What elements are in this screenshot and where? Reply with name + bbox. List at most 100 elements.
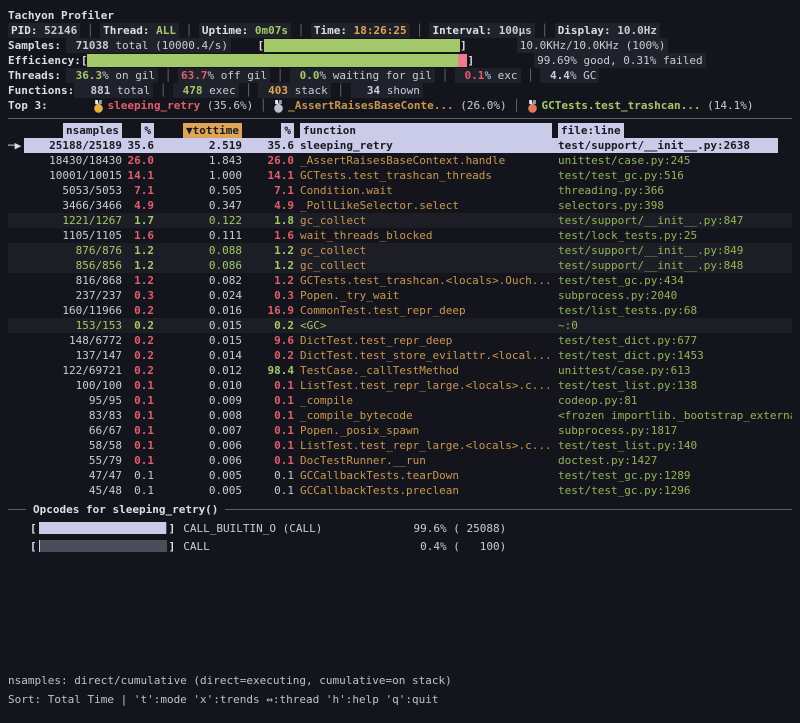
cell-cumulative-percent: 1.8 <box>242 213 294 228</box>
table-row[interactable]: 18430/1843026.01.84326.0_AssertRaisesBas… <box>8 153 792 168</box>
cell-file-line: subprocess.py:1817 <box>558 423 792 438</box>
table-row[interactable]: 3466/34664.90.3474.9_PollLikeSelector.se… <box>8 198 792 213</box>
cell-direct-percent: 0.1 <box>122 408 154 423</box>
table-row[interactable]: 1221/12671.70.1221.8gc_collecttest/suppo… <box>8 213 792 228</box>
cell-file-line: codeop.py:81 <box>558 393 792 408</box>
cell-tottime: 0.006 <box>154 438 242 453</box>
bar-open-bracket: [ <box>81 53 88 68</box>
functions-value: 881 <box>77 84 110 97</box>
cell-file-line: test/support/__init__.py:847 <box>558 213 792 228</box>
table-row[interactable]: 122/697210.20.01298.4TestCase._callTestM… <box>8 363 792 378</box>
table-row[interactable]: 100/1000.10.0100.1ListTest.test_repr_lar… <box>8 378 792 393</box>
info-pid: PID: 52146 <box>8 23 80 38</box>
cell-nsamples: 55/79 <box>24 453 122 468</box>
threads-unit: % off gil <box>207 69 267 82</box>
cell-tottime: 0.088 <box>154 243 242 258</box>
cell-nsamples: 122/69721 <box>24 363 122 378</box>
table-row[interactable]: 58/580.10.0060.1ListTest.test_repr_large… <box>8 438 792 453</box>
cell-cumulative-percent: 0.1 <box>242 468 294 483</box>
threads-value: 63.7 <box>181 69 208 82</box>
top3-entry: sleeping_retry (35.6%) <box>93 98 254 113</box>
top3-function-name: GCTests.test_trashcan... <box>542 99 701 112</box>
info-value: 100µs <box>499 24 532 37</box>
cell-direct-percent: 35.6 <box>122 138 154 153</box>
cell-direct-percent: 1.2 <box>122 258 154 273</box>
table-row[interactable]: 148/67720.20.0159.6DictTest.test_repr_de… <box>8 333 792 348</box>
cell-tottime: 0.122 <box>154 213 242 228</box>
threads-unit: % on gil <box>102 69 155 82</box>
spacer <box>231 38 258 53</box>
opcodes-rows: []CALL_BUILTIN_O (CALL)99.6% ( 25088)[]C… <box>0 519 800 555</box>
cell-function: GCCallbackTests.tearDown <box>300 468 552 483</box>
threads-stat: 63.7% off gil <box>178 68 270 83</box>
threads-stat: 4.4% GC <box>540 68 599 83</box>
samples-rate-text: 10.0KHz/10.0KHz (100%) <box>517 38 669 53</box>
cell-direct-percent: 0.2 <box>122 348 154 363</box>
table-row[interactable]: 45/480.10.0050.1GCCallbackTests.preclean… <box>8 483 792 498</box>
col-header-file-label[interactable]: file:line <box>558 123 624 138</box>
table-row[interactable]: 816/8681.20.0821.2GCTests.test_trashcan.… <box>8 273 792 288</box>
col-header-tottime-label[interactable]: ▼tottime <box>183 123 242 138</box>
cell-cumulative-percent: 1.2 <box>242 243 294 258</box>
cell-function: ListTest.test_repr_large.<locals>.c... <box>300 438 552 453</box>
table-row[interactable]: 1105/11051.60.1111.6wait_threads_blocked… <box>8 228 792 243</box>
samples-count: 71038 total (10000.4/s) <box>66 38 231 53</box>
cell-tottime: 1.000 <box>154 168 242 183</box>
table-header: nsamples% ▼tottime% function file:line <box>0 123 800 138</box>
table-row[interactable]: ─▶25188/2518935.62.51935.6sleeping_retry… <box>8 138 792 153</box>
cell-direct-percent: 26.0 <box>122 153 154 168</box>
table-row[interactable]: 237/2370.30.0240.3Popen._try_waitsubproc… <box>8 288 792 303</box>
table-row[interactable]: 153/1530.20.0150.2<GC>~:0 <box>8 318 792 333</box>
cell-function: wait_threads_blocked <box>300 228 552 243</box>
cell-nsamples: 100/100 <box>24 378 122 393</box>
table-row[interactable]: 10001/1001514.11.00014.1GCTests.test_tra… <box>8 168 792 183</box>
table-row[interactable]: 5053/50537.10.5057.1Condition.waitthread… <box>8 183 792 198</box>
cell-cumulative-percent: 26.0 <box>242 153 294 168</box>
efficiency-failed-fill <box>458 54 467 67</box>
cell-direct-percent: 0.1 <box>122 393 154 408</box>
top3-line: Top 3: sleeping_retry (35.6%) │ _AssertR… <box>8 98 792 113</box>
table-row[interactable]: 95/950.10.0090.1_compilecodeop.py:81 <box>8 393 792 408</box>
info-label: Uptime: <box>202 24 255 37</box>
table-row[interactable]: 137/1470.20.0140.2DictTest.test_store_ev… <box>8 348 792 363</box>
col-header-file: file:line <box>558 123 792 138</box>
col-header-pct2-label[interactable]: % <box>281 123 294 138</box>
col-header-function-label[interactable]: function <box>300 123 552 138</box>
col-header-pct2: % <box>242 123 294 138</box>
table-row[interactable]: 55/790.10.0060.1DocTestRunner.__rundocte… <box>8 453 792 468</box>
cell-direct-percent: 7.1 <box>122 183 154 198</box>
table-row[interactable]: 876/8761.20.0881.2gc_collecttest/support… <box>8 243 792 258</box>
cell-function: DictTest.test_store_evilattr.<local... <box>300 348 552 363</box>
functions-value: 478 <box>176 84 203 97</box>
cell-tottime: 0.024 <box>154 288 242 303</box>
col-header-pct1-label[interactable]: % <box>141 123 154 138</box>
opcodes-title: Opcodes for sleeping_retry() <box>33 502 218 517</box>
opcode-bar-fill <box>39 522 166 534</box>
col-header-tottime: ▼tottime <box>154 123 242 138</box>
cell-tottime: 0.082 <box>154 273 242 288</box>
cell-file-line: test/support/__init__.py:848 <box>558 258 792 273</box>
cell-file-line: test/lock_tests.py:25 <box>558 228 792 243</box>
table-row[interactable]: 66/670.10.0070.1Popen._posix_spawnsubpro… <box>8 423 792 438</box>
cell-nsamples: 137/147 <box>24 348 122 363</box>
cell-direct-percent: 0.1 <box>122 483 154 498</box>
table-row[interactable]: 47/470.10.0050.1GCCallbackTests.tearDown… <box>8 468 792 483</box>
info-value: 18:26:25 <box>354 24 407 37</box>
cell-file-line: test/support/__init__.py:849 <box>558 243 792 258</box>
functions-stat: 34 shown <box>351 83 423 98</box>
cell-nsamples: 45/48 <box>24 483 122 498</box>
threads-stat: 36.3% on gil <box>66 68 158 83</box>
cell-direct-percent: 4.9 <box>122 198 154 213</box>
table-row[interactable]: 83/830.10.0080.1_compile_bytecode<frozen… <box>8 408 792 423</box>
table-header-row: nsamples% ▼tottime% function file:line <box>8 123 792 138</box>
samples-label: Samples: <box>8 38 66 53</box>
table-row[interactable]: 160/119660.20.01616.9CommonTest.test_rep… <box>8 303 792 318</box>
col-header-nsamples-label[interactable]: nsamples <box>63 123 122 138</box>
col-header-function: function <box>300 123 552 138</box>
cell-tottime: 0.505 <box>154 183 242 198</box>
table-row[interactable]: 856/8561.20.0861.2gc_collecttest/support… <box>8 258 792 273</box>
pipe-separator: │ <box>507 98 527 113</box>
cell-tottime: 0.007 <box>154 423 242 438</box>
cell-function: _compile_bytecode <box>300 408 552 423</box>
top3-label: Top 3: <box>8 98 66 113</box>
